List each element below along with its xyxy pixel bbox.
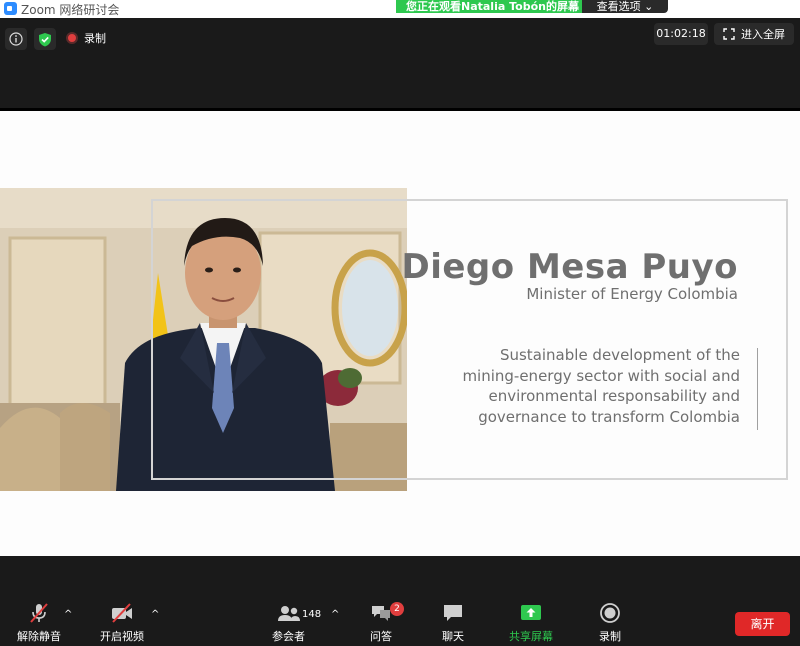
share-screen-icon [521, 605, 541, 620]
record-label: 录制 [599, 630, 621, 643]
description-divider [757, 348, 758, 430]
fullscreen-button[interactable]: 进入全屏 [714, 23, 794, 45]
fullscreen-icon [723, 28, 735, 40]
start-video-button[interactable]: 开启视频 [100, 602, 144, 644]
viewing-screen-text: 您正在观看Natalia Tobón的屏幕 [396, 0, 582, 13]
encryption-button[interactable] [34, 28, 56, 50]
view-options-button[interactable]: 查看选项 ⌄ [582, 0, 668, 13]
participants-icon [277, 606, 300, 621]
qa-badge: 2 [390, 602, 404, 616]
description-line: environmental responsability and [488, 387, 740, 405]
speaker-name: Diego Mesa Puyo [401, 247, 738, 287]
info-icon [9, 32, 23, 46]
participants-button[interactable]: 参会者 [272, 602, 305, 644]
talk-description: Sustainable development of the mining-en… [420, 345, 740, 427]
speaker-role: Minister of Energy Colombia [526, 285, 738, 303]
chat-icon [444, 605, 462, 621]
window-title: Zoom 网络研讨会 [21, 3, 120, 17]
start-video-label: 开启视频 [100, 630, 144, 643]
shield-icon [39, 32, 51, 46]
share-screen-button[interactable]: 共享屏幕 [509, 602, 553, 644]
participants-label: 参会者 [272, 630, 305, 643]
video-options-caret-icon[interactable]: ^ [151, 609, 159, 620]
record-icon [600, 603, 620, 623]
unmute-button[interactable]: 解除静音 [17, 602, 61, 644]
recording-indicator[interactable]: 录制 [66, 30, 106, 46]
participants-count: 148 [302, 609, 322, 620]
qa-label: 问答 [370, 630, 392, 643]
participants-options-caret-icon[interactable]: ^ [331, 609, 339, 620]
chevron-down-icon: ⌄ [644, 0, 654, 13]
record-button[interactable]: 录制 [599, 602, 621, 644]
fullscreen-label: 进入全屏 [741, 28, 785, 41]
meeting-timer: 01:02:18 [654, 23, 708, 45]
shared-screen: Diego Mesa Puyo Minister of Energy Colom… [0, 108, 800, 556]
share-banner: 您正在观看Natalia Tobón的屏幕 查看选项 ⌄ [396, 0, 668, 13]
unmute-label: 解除静音 [17, 630, 61, 643]
description-line: mining-energy sector with social and [462, 366, 740, 385]
qa-button[interactable]: 问答 [370, 602, 392, 644]
record-dot-icon [66, 32, 78, 44]
description-line: governance to transform Colombia [478, 407, 740, 426]
leave-button[interactable]: 离开 [735, 612, 790, 636]
qa-icon [372, 606, 390, 621]
chat-button[interactable]: 聊天 [442, 602, 464, 644]
stage-divider [0, 108, 800, 111]
meeting-top-bar: 录制 01:02:18 进入全屏 [0, 18, 800, 110]
microphone-muted-icon [30, 603, 48, 623]
share-screen-label: 共享屏幕 [509, 630, 553, 643]
chat-label: 聊天 [442, 630, 464, 643]
slide-frame [151, 199, 788, 480]
meeting-info-button[interactable] [5, 28, 27, 50]
zoom-logo-icon [4, 2, 17, 15]
audio-options-caret-icon[interactable]: ^ [64, 609, 72, 620]
video-off-icon [112, 603, 132, 623]
view-options-label: 查看选项 [596, 0, 641, 13]
description-line: Sustainable development of the [499, 346, 740, 364]
recording-label: 录制 [84, 32, 106, 45]
window-titlebar: Zoom 网络研讨会 您正在观看Natalia Tobón的屏幕 查看选项 ⌄ [0, 0, 800, 18]
meeting-toolbar: 解除静音 ^ 开启视频 ^ 参会者 148 ^ 问答 2 聊天 共享屏幕 录制 … [0, 556, 800, 646]
